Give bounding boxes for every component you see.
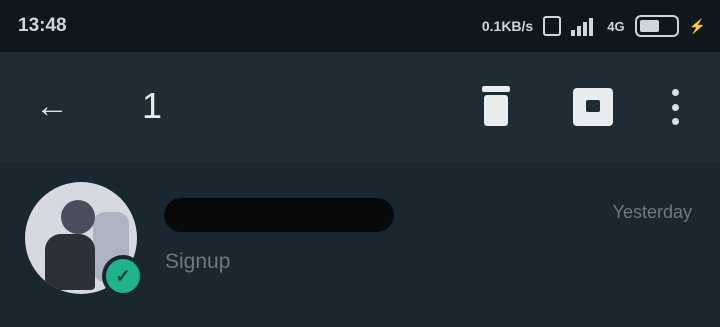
archive-button[interactable] — [571, 86, 615, 128]
more-vert-icon-dot — [671, 118, 679, 125]
network-speed: 0.1KB/s — [481, 18, 534, 34]
selection-app-bar: ← 1 — [0, 52, 720, 162]
status-icons: 0.1KB/s 4G ⚡ — [482, 13, 706, 39]
more-vert-icon-dot — [671, 89, 679, 96]
back-arrow-icon: ← — [35, 86, 69, 125]
network-type: 4G — [607, 18, 625, 34]
battery-fill — [639, 20, 659, 32]
chat-list-item[interactable]: ✓ Signup Yesterday — [0, 162, 720, 327]
more-options-button[interactable] — [662, 85, 688, 129]
battery-icon — [634, 15, 679, 37]
vibrate-icon — [543, 16, 562, 36]
back-button[interactable]: ← — [28, 82, 76, 130]
check-icon: ✓ — [106, 259, 140, 293]
status-time: 13:48 — [18, 15, 67, 36]
status-bar: 13:48 0.1KB/s 4G ⚡ — [0, 0, 720, 52]
delete-button[interactable] — [478, 86, 514, 128]
more-vert-icon-dot — [671, 103, 679, 111]
selected-count: 1 — [142, 85, 163, 126]
selected-check-badge: ✓ — [102, 255, 144, 297]
chat-timestamp: Yesterday — [612, 202, 692, 222]
charging-icon: ⚡ — [688, 17, 706, 34]
last-message-preview: Signup — [165, 250, 231, 273]
contact-name — [164, 198, 394, 232]
signal-icon — [571, 16, 597, 36]
